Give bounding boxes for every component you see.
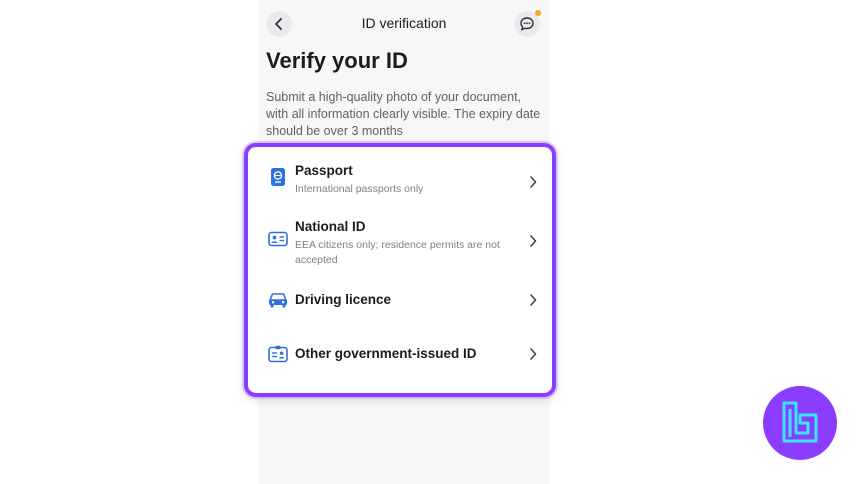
- document-type-list: Passport International passports only Na…: [244, 143, 556, 397]
- option-subtitle: International passports only: [295, 183, 424, 195]
- option-title: Passport: [295, 163, 353, 178]
- logo-glyph-icon: [782, 401, 818, 443]
- option-passport[interactable]: Passport International passports only: [248, 157, 552, 207]
- chat-bubble-icon: [520, 17, 534, 31]
- passport-icon: [268, 167, 288, 187]
- option-title: Other government-issued ID: [295, 346, 477, 361]
- page-heading: Verify your ID: [266, 48, 408, 73]
- chevron-right-icon: [528, 348, 538, 360]
- document-id-icon: [268, 344, 288, 364]
- top-bar: ID verification: [258, 0, 550, 48]
- option-national-id[interactable]: National ID EEA citizens only; residence…: [248, 211, 552, 271]
- option-driving-licence[interactable]: Driving licence: [248, 283, 552, 317]
- option-subtitle: EEA citizens only; residence permits are…: [295, 239, 500, 266]
- watermark-logo: [763, 386, 837, 460]
- id-card-icon: [268, 229, 288, 249]
- intro-text: Submit a high-quality photo of your docu…: [266, 90, 541, 138]
- screen-title: ID verification: [361, 15, 447, 31]
- chevron-right-icon: [528, 235, 538, 247]
- car-icon: [268, 290, 288, 310]
- option-title: Driving licence: [295, 292, 392, 307]
- chevron-right-icon: [528, 176, 538, 188]
- option-title: National ID: [295, 219, 366, 234]
- notification-dot: [535, 10, 541, 16]
- option-other-government-id[interactable]: Other government-issued ID: [248, 337, 552, 371]
- chevron-right-icon: [528, 294, 538, 306]
- support-chat-button[interactable]: [514, 10, 541, 37]
